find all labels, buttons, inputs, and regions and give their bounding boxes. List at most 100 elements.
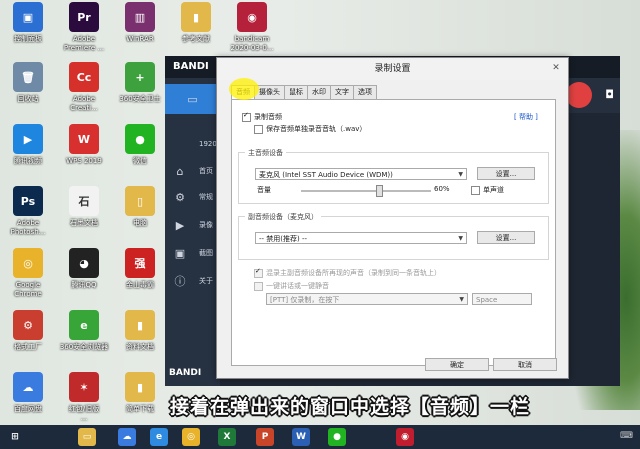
taskbar: ⊞ ▭ ☁ e ◎ X P W ● ◉ ⌨	[0, 425, 640, 449]
sub-device-select[interactable]: -- 禁用(推荐) -- ▼	[255, 232, 467, 244]
desktop-icon[interactable]: ◎ Google Chrome	[0, 248, 56, 299]
tab-watermark[interactable]: 水印	[307, 85, 331, 99]
app-icon: 强	[125, 248, 155, 278]
desktop-icon[interactable]: W WPS 2019	[56, 124, 112, 166]
desktop-icon[interactable]: ▮ 资料文档	[112, 310, 168, 352]
desktop-icon-label: 格式工厂	[14, 343, 42, 351]
close-icon[interactable]: ✕	[548, 61, 564, 75]
desktop-icon[interactable]: ✶ 红包/旧版 ...	[56, 372, 112, 423]
record-audio-row[interactable]: 录制音频	[242, 111, 282, 122]
sidebar-item-home[interactable]: 首页	[199, 166, 213, 176]
app-icon: 石	[69, 186, 99, 216]
desktop-icon-label: 微信	[133, 157, 147, 165]
desktop-icon-label: 360安全浏览器	[59, 343, 109, 351]
desktop-icon[interactable]: ☁ 百度网盘	[0, 372, 56, 414]
taskbar-app-icon[interactable]: ☁	[118, 428, 136, 446]
camera-icon[interactable]: ◘	[605, 88, 614, 101]
save-separate-label: 保存音频单独录音音轨（.wav）	[266, 125, 367, 133]
desktop-icon[interactable]: ▥ WinRAR	[112, 2, 168, 44]
desktop-icon[interactable]: 🗑 回收站	[0, 62, 56, 104]
taskbar-app-icon[interactable]: ▭	[78, 428, 96, 446]
chevron-down-icon: ▼	[458, 171, 463, 178]
taskbar-app-icon[interactable]: ◉	[396, 428, 414, 446]
tab-text[interactable]: 文字	[330, 85, 354, 99]
help-link[interactable]: [ 帮助 ]	[514, 112, 538, 122]
image-icon[interactable]: ▣	[165, 238, 195, 268]
desktop-icon-label: 红包/旧版 ...	[68, 405, 100, 422]
app-icon: ☁	[13, 372, 43, 402]
desktop-icon-label: 简单下载	[126, 405, 154, 413]
desktop-icon[interactable]: ● 微信	[112, 124, 168, 166]
desktop-icon[interactable]: e 360安全浏览器	[56, 310, 112, 352]
desktop-icon[interactable]: +360安全卫士	[112, 62, 168, 104]
taskbar-app-icon[interactable]: P	[256, 428, 274, 446]
ptt-select: [PTT] 仅录制，在按下 ▼	[266, 293, 468, 305]
monitor-icon[interactable]: ▭	[165, 84, 220, 114]
app-icon: ✶	[69, 372, 99, 402]
save-separate-row[interactable]: 保存音频单独录音音轨（.wav）	[254, 124, 366, 134]
app-icon: e	[69, 310, 99, 340]
desktop-icon[interactable]: Cc Adobe Creati...	[56, 62, 112, 113]
app-icon: ▮	[125, 372, 155, 402]
cancel-button[interactable]: 取消	[493, 358, 557, 371]
keyboard-icon[interactable]: ⌨	[620, 431, 634, 443]
desktop-icon[interactable]: ▣ 控制面板	[0, 2, 56, 44]
mix-label: 混录主副音频设备所再现的声音（录制到同一条音轨上）	[266, 269, 441, 277]
desktop-icon-label: 腾讯视频	[14, 157, 42, 165]
sidebar-item-general[interactable]: 常规	[199, 192, 213, 202]
bandicam-sidebar: ▭ 1920× ⌂ 首页 ⚙ 常规 ▶ 录像 ▣ 截图 ⓘ 关于 BANDI	[165, 78, 223, 386]
desktop-icon-label: 资料文档	[126, 343, 154, 351]
app-icon: ◕	[69, 248, 99, 278]
sub-device-settings-button[interactable]: 设置...	[477, 231, 535, 244]
desktop-icon[interactable]: 石石墨文档	[56, 186, 112, 228]
taskbar-app-icon[interactable]: ◎	[182, 428, 200, 446]
desktop-icon[interactable]: ◕ 腾讯QQ	[56, 248, 112, 290]
app-icon: ◎	[13, 248, 43, 278]
onekey-row: 一键讲话或一键静音	[254, 281, 329, 291]
info-icon[interactable]: ⓘ	[165, 266, 195, 296]
mono-checkbox[interactable]	[471, 185, 480, 195]
help-link-text[interactable]: [ 帮助 ]	[514, 113, 538, 121]
record-button[interactable]	[566, 82, 592, 108]
desktop-icon-label: 电脑	[133, 219, 147, 227]
sidebar-item-about[interactable]: 关于	[199, 276, 213, 286]
desktop-icon-label: 石墨文档	[70, 219, 98, 227]
volume-slider-track[interactable]	[301, 190, 431, 192]
taskbar-app-icon[interactable]: X	[218, 428, 236, 446]
start-icon[interactable]: ⊞	[6, 428, 24, 446]
desktop-icon[interactable]: ⚙ 格式工厂	[0, 310, 56, 352]
desktop-icon[interactable]: ▶ 腾讯视频	[0, 124, 56, 166]
sidebar-item-screenshot[interactable]: 截图	[199, 248, 213, 258]
taskbar-app-icon[interactable]: e	[150, 428, 168, 446]
desktop-icon[interactable]: ▮ 参考文献	[168, 2, 224, 44]
mono-row[interactable]: 单声道	[471, 185, 504, 195]
desktop-icon[interactable]: ▮ 简单下载	[112, 372, 168, 414]
app-icon: ▶	[13, 124, 43, 154]
ok-button[interactable]: 确定	[425, 358, 489, 371]
mix-row: 混录主副音频设备所再现的声音（录制到同一条音轨上）	[254, 267, 441, 278]
record-settings-dialog: 录制设置 ✕ 音频 摄像头 鼠标 水印 文字 选项 录制音频 [ 帮助 ] 保存…	[216, 57, 569, 379]
desktop-icon[interactable]: 强金山毒霸	[112, 248, 168, 290]
desktop-icon[interactable]: ▯ 电脑	[112, 186, 168, 228]
app-icon: 🗑	[13, 62, 43, 92]
desktop-icon[interactable]: Ps Adobe Photosh...	[0, 186, 56, 237]
tab-options[interactable]: 选项	[353, 85, 377, 99]
volume-slider-thumb[interactable]	[376, 185, 383, 197]
tab-mouse[interactable]: 鼠标	[284, 85, 308, 99]
desktop-icon-label: 控制面板	[14, 35, 42, 43]
mono-label: 单声道	[483, 186, 504, 194]
subtitle-caption: 接着在弹出来的窗口中选择【音频】一栏	[170, 396, 531, 418]
app-icon: ▮	[125, 310, 155, 340]
sidebar-item-video[interactable]: 录像	[199, 220, 213, 230]
taskbar-app-icon[interactable]: ●	[328, 428, 346, 446]
main-device-select[interactable]: 麦克风 (Intel SST Audio Device (WDM)) ▼	[255, 168, 467, 180]
video-icon[interactable]: ▶	[165, 210, 195, 240]
taskbar-app-icon[interactable]: W	[292, 428, 310, 446]
desktop-icon[interactable]: ◉ bandicam 2020-03-0...	[224, 2, 280, 53]
ptt-value: [PTT] 仅录制，在按下	[270, 296, 340, 304]
desktop-icon[interactable]: Pr Adobe Premiere ...	[56, 2, 112, 53]
main-device-settings-button[interactable]: 设置...	[477, 167, 535, 180]
record-audio-checkbox[interactable]	[242, 111, 251, 122]
save-separate-checkbox[interactable]	[254, 124, 263, 134]
gear-icon[interactable]: ⚙	[165, 182, 195, 212]
